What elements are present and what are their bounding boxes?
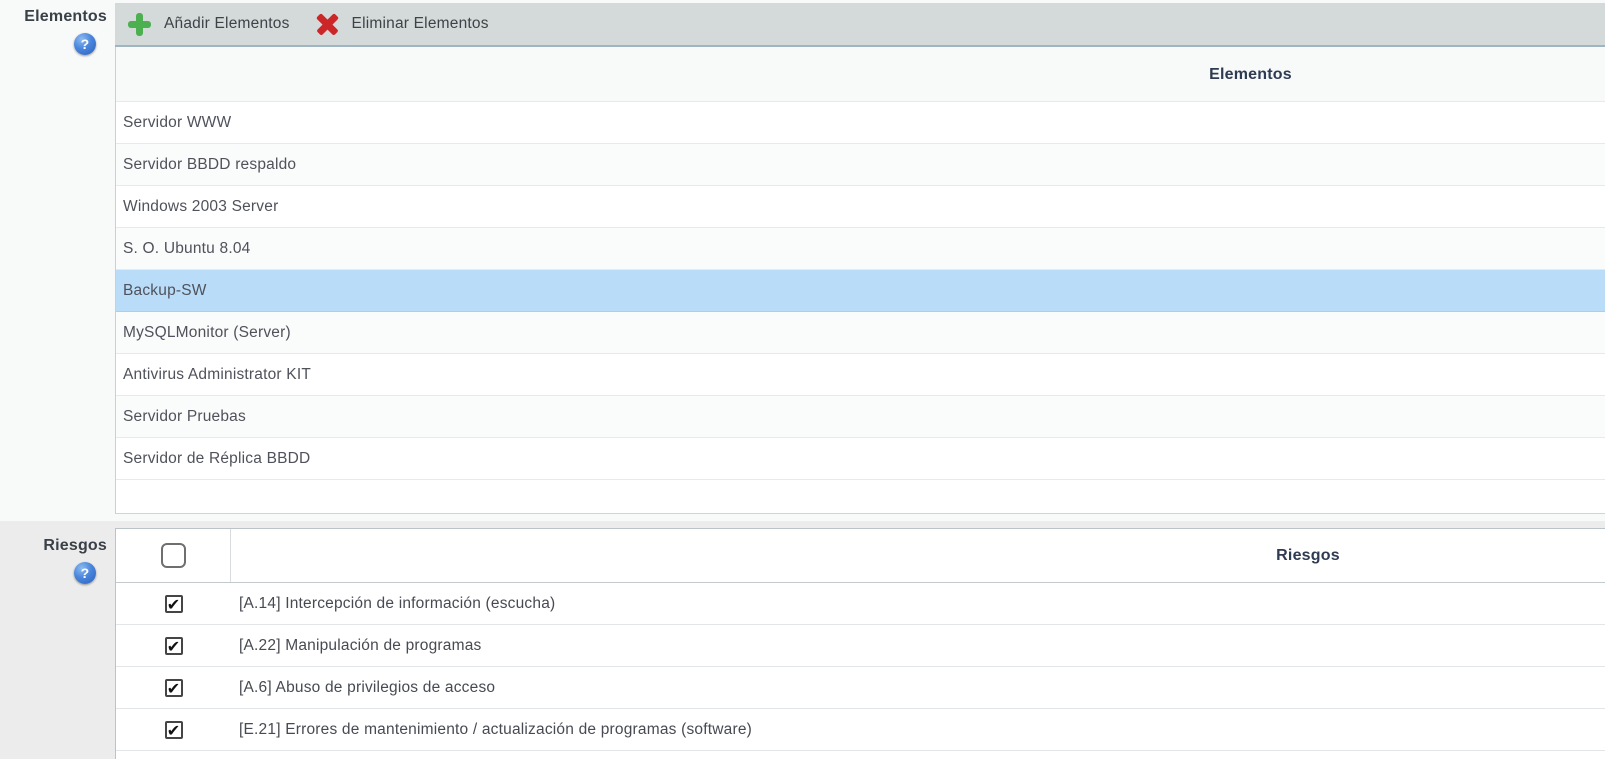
risk-checkbox-cell: ✔ bbox=[116, 679, 231, 697]
elementos-row[interactable]: Backup-SW bbox=[116, 270, 1610, 312]
risk-label: [A.22] Manipulación de programas bbox=[231, 637, 481, 655]
question-mark-glyph: ? bbox=[81, 36, 90, 52]
elementos-toolbar: Añadir Elementos Eliminar Elementos bbox=[115, 3, 1610, 47]
elementos-section-label: Elementos bbox=[24, 8, 107, 26]
elementos-content: Añadir Elementos Eliminar Elementos Elem… bbox=[115, 0, 1610, 521]
plus-icon bbox=[128, 13, 151, 36]
riesgos-section-label: Riesgos bbox=[43, 537, 107, 555]
remove-elementos-button[interactable]: Eliminar Elementos bbox=[316, 13, 489, 36]
risk-checkbox-cell: ✔ bbox=[116, 595, 231, 613]
elementos-row[interactable]: Windows 2003 Server bbox=[116, 186, 1610, 228]
elementos-row[interactable]: Servidor Pruebas bbox=[116, 396, 1610, 438]
riesgos-table-body: ✔ [A.14] Intercepción de información (esc… bbox=[116, 583, 1610, 751]
risk-checkbox[interactable]: ✔ bbox=[165, 721, 183, 739]
elementos-row[interactable]: S. O. Ubuntu 8.04 bbox=[116, 228, 1610, 270]
riesgos-table: Riesgos ✔ [A.14] Intercepción de informac… bbox=[115, 528, 1610, 759]
x-icon bbox=[316, 13, 339, 36]
select-all-checkbox[interactable] bbox=[161, 543, 186, 568]
riesgos-row[interactable]: ✔ [A.22] Manipulación de programas bbox=[116, 625, 1610, 667]
riesgos-row[interactable]: ✔ [A.14] Intercepción de información (esc… bbox=[116, 583, 1610, 625]
risk-checkbox-cell: ✔ bbox=[116, 637, 231, 655]
elementos-label-col: Elementos ? bbox=[0, 0, 115, 521]
risk-checkbox[interactable]: ✔ bbox=[165, 595, 183, 613]
remove-elementos-label: Eliminar Elementos bbox=[352, 15, 489, 33]
right-gutter bbox=[1605, 0, 1610, 759]
elementos-row[interactable]: Antivirus Administrator KIT bbox=[116, 354, 1610, 396]
elementos-help-icon[interactable]: ? bbox=[74, 33, 96, 55]
risk-checkbox[interactable]: ✔ bbox=[165, 637, 183, 655]
risk-checkbox-cell: ✔ bbox=[116, 721, 231, 739]
add-elementos-label: Añadir Elementos bbox=[164, 15, 290, 33]
elementos-row[interactable]: Servidor de Réplica BBDD bbox=[116, 438, 1610, 480]
riesgos-row[interactable]: ✔ [A.6] Abuso de privilegios de acceso bbox=[116, 667, 1610, 709]
elementos-empty-row bbox=[116, 480, 1610, 514]
elementos-table: Elementos Servidor WWWServidor BBDD resp… bbox=[115, 47, 1610, 514]
risk-label: [E.21] Errores de mantenimiento / actual… bbox=[231, 721, 752, 739]
elementos-table-header: Elementos bbox=[116, 47, 1610, 102]
elementos-table-body: Servidor WWWServidor BBDD respaldoWindow… bbox=[116, 102, 1610, 480]
elementos-section: Elementos ? Añadir Elementos Eliminar El… bbox=[0, 0, 1610, 521]
elementos-row[interactable]: Servidor BBDD respaldo bbox=[116, 144, 1610, 186]
question-mark-glyph: ? bbox=[81, 565, 90, 581]
risk-label: [A.14] Intercepción de información (escu… bbox=[231, 595, 555, 613]
riesgos-row[interactable]: ✔ [E.21] Errores de mantenimiento / actua… bbox=[116, 709, 1610, 751]
riesgos-label-col: Riesgos ? bbox=[0, 521, 115, 759]
riesgos-table-header: Riesgos bbox=[231, 529, 1610, 582]
riesgos-content: Riesgos ✔ [A.14] Intercepción de informac… bbox=[115, 521, 1610, 759]
elementos-row[interactable]: Servidor WWW bbox=[116, 102, 1610, 144]
add-elementos-button[interactable]: Añadir Elementos bbox=[128, 13, 290, 36]
select-all-cell bbox=[116, 529, 231, 582]
elementos-row[interactable]: MySQLMonitor (Server) bbox=[116, 312, 1610, 354]
risk-checkbox[interactable]: ✔ bbox=[165, 679, 183, 697]
riesgos-table-header-row: Riesgos bbox=[116, 529, 1610, 583]
risk-label: [A.6] Abuso de privilegios de acceso bbox=[231, 679, 495, 697]
riesgos-help-icon[interactable]: ? bbox=[74, 562, 96, 584]
riesgos-section: Riesgos ? Riesgos ✔ [A.14] Intercepción d… bbox=[0, 521, 1610, 759]
